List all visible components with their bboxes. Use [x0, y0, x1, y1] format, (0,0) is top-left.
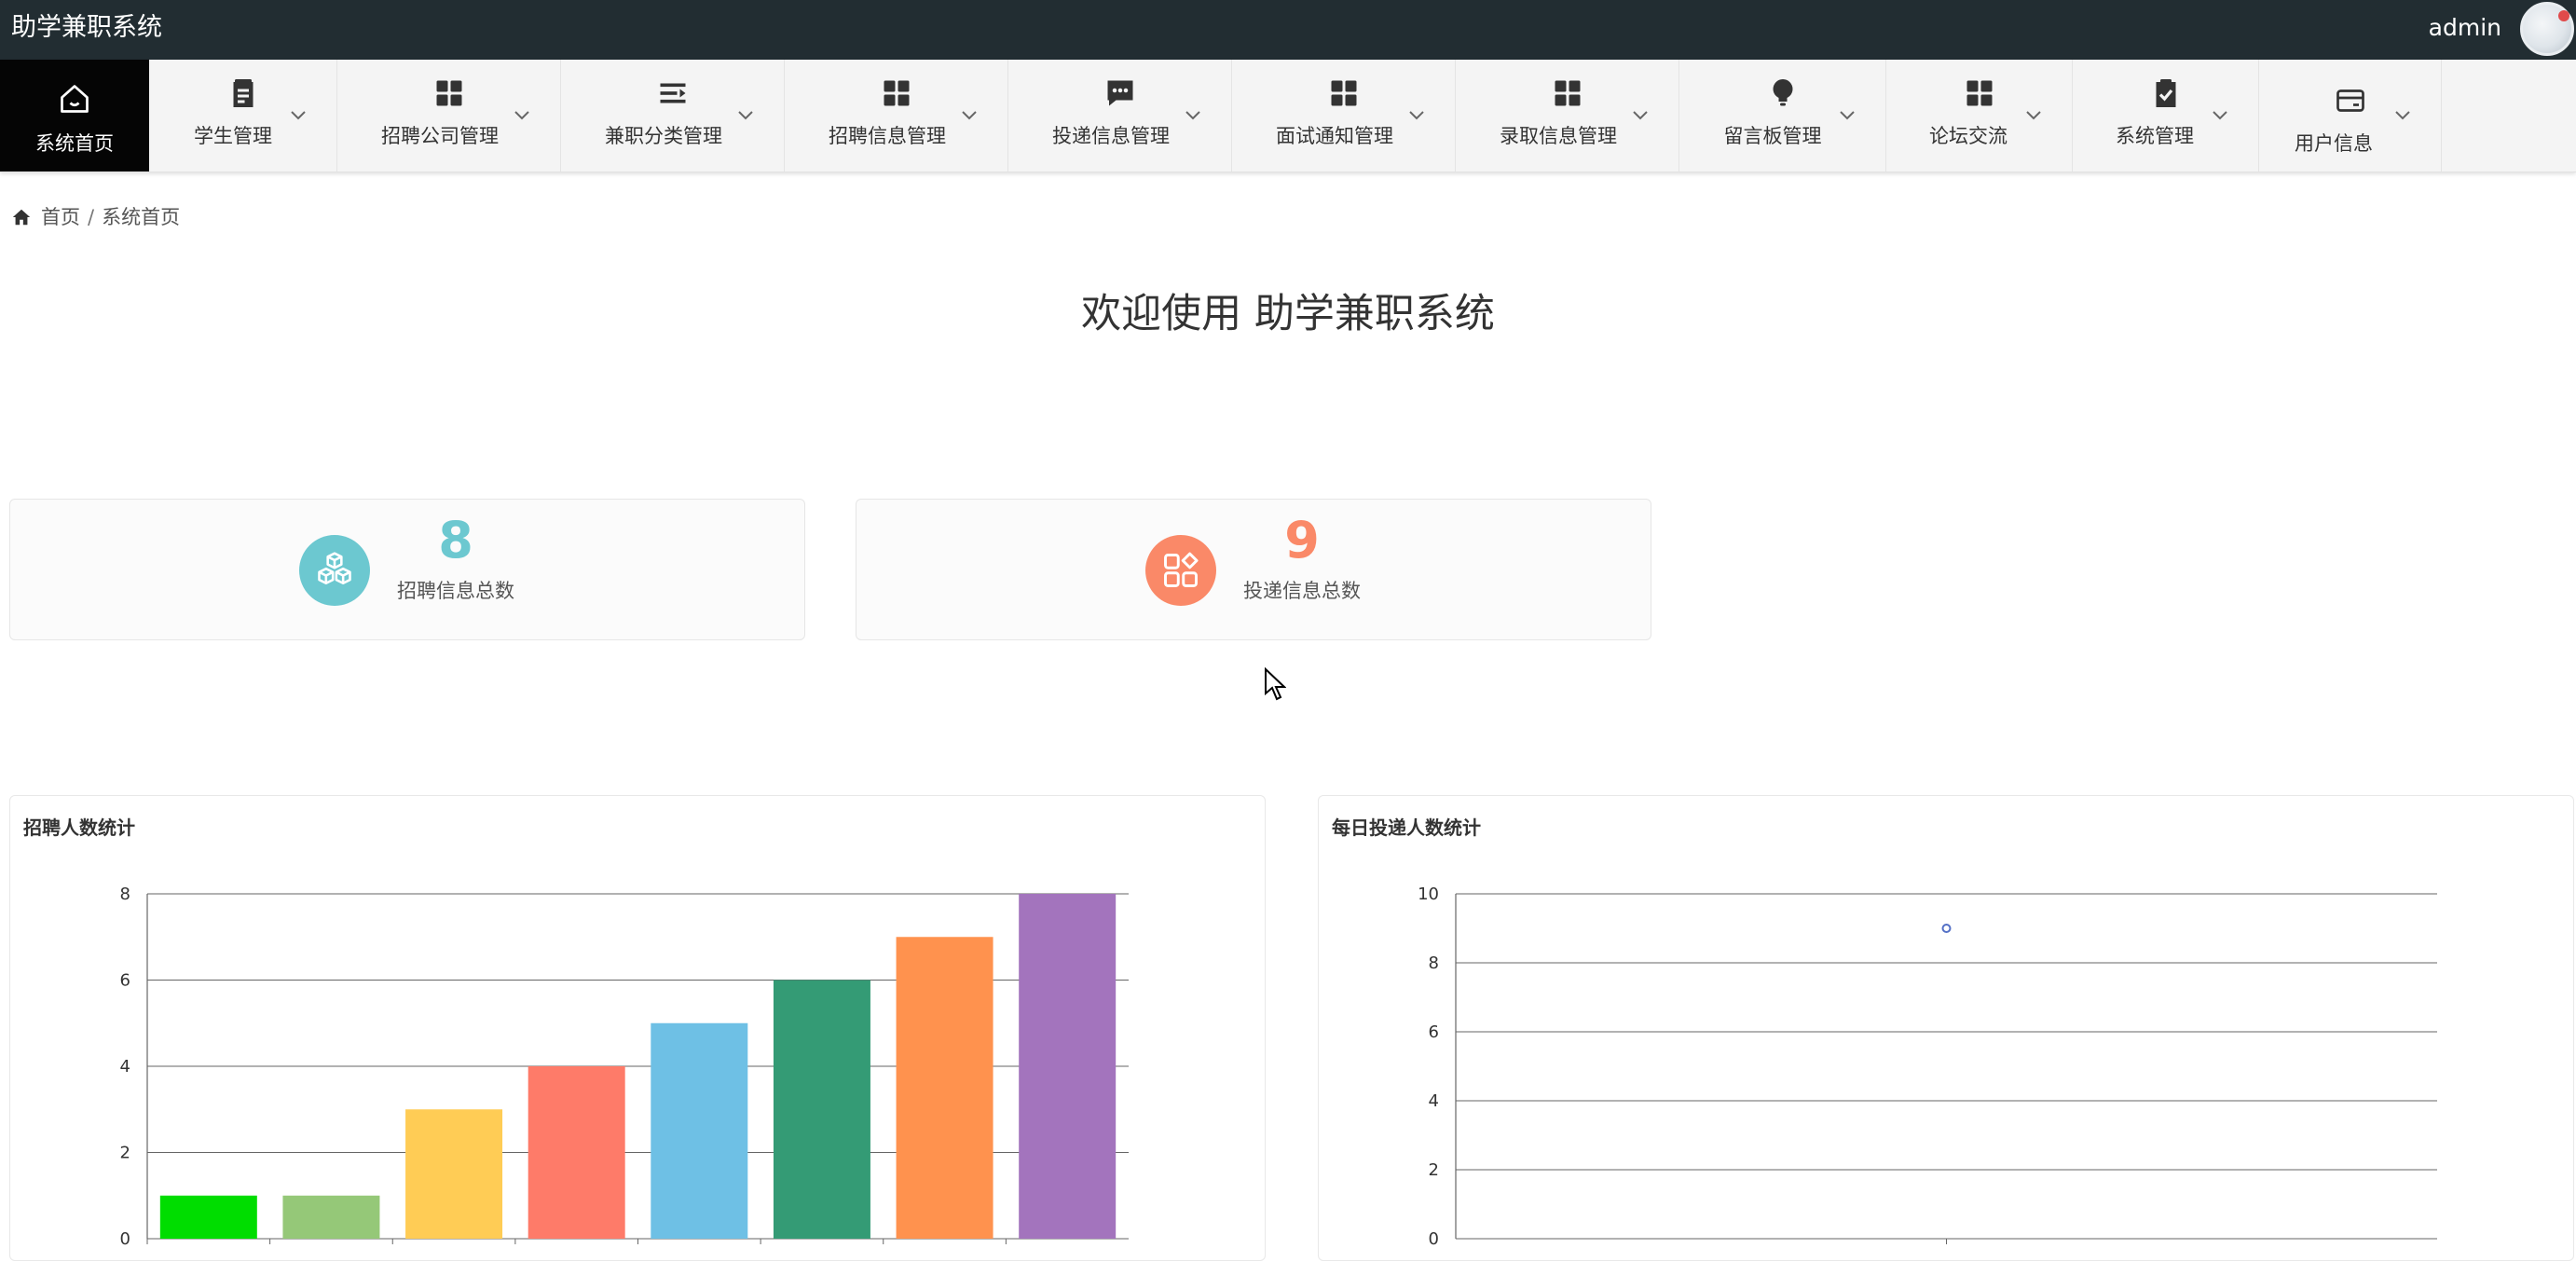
- grid-icon: [337, 76, 560, 114]
- chat-icon: [1008, 76, 1231, 114]
- nav-item-label: 面试通知管理: [1276, 125, 1393, 147]
- grid-icon: [1232, 76, 1455, 114]
- nav-item-home[interactable]: 系统首页: [0, 60, 149, 171]
- nav-item-label: 录取信息管理: [1500, 125, 1617, 147]
- recruit-chart-panel: 招聘人数统计 02468: [9, 795, 1266, 1261]
- user-name[interactable]: admin: [2429, 9, 2501, 47]
- chevron-down-icon: [962, 111, 977, 120]
- welcome-heading: 欢迎使用 助学兼职系统: [1081, 291, 1495, 337]
- nav-item-label: 招聘信息管理: [829, 125, 946, 147]
- nav-item-students[interactable]: 学生管理: [149, 60, 337, 171]
- card-icon: [2259, 84, 2441, 121]
- bar[interactable]: [896, 937, 993, 1239]
- app-title: 助学兼职系统: [11, 13, 162, 42]
- bar[interactable]: [528, 1066, 625, 1239]
- nav-item-label: 用户信息: [2295, 132, 2373, 155]
- breadcrumb-home-link[interactable]: 首页: [41, 203, 80, 231]
- top-bar: 助学兼职系统 admin: [0, 0, 2576, 60]
- chevron-down-icon: [514, 111, 529, 120]
- nav-item-label: 兼职分类管理: [605, 125, 722, 147]
- cubes-icon: [299, 535, 370, 606]
- breadcrumb: 首页 / 系统首页: [11, 203, 180, 231]
- daily-scatter-chart: 0 2 4 6 8 10: [1418, 885, 2437, 1249]
- nav-item-label: 论坛交流: [1929, 125, 2007, 147]
- nav-item-message-board[interactable]: 留言板管理: [1679, 60, 1886, 171]
- stat-value: 9: [1284, 511, 1320, 569]
- y-tick-label: 0: [1429, 1229, 1439, 1249]
- bar[interactable]: [405, 1109, 503, 1239]
- y-tick-label: 2: [1429, 1160, 1439, 1180]
- mouse-cursor-icon: [1265, 667, 1286, 701]
- nav-item-label: 学生管理: [194, 125, 272, 147]
- bar[interactable]: [773, 980, 870, 1240]
- breadcrumb-current: 系统首页: [102, 206, 181, 228]
- chevron-down-icon: [1840, 111, 1855, 120]
- y-tick-label: 8: [1429, 953, 1439, 973]
- bar[interactable]: [282, 1195, 380, 1239]
- stat-card-applications: 9 投递信息总数: [856, 499, 1651, 640]
- daily-chart-panel: 每日投递人数统计 0 2 4 6 8 10: [1318, 795, 2574, 1261]
- apps-icon: [1145, 535, 1216, 606]
- nav-item-label: 留言板管理: [1723, 125, 1822, 147]
- nav-item-admissions[interactable]: 录取信息管理: [1456, 60, 1679, 171]
- y-tick-label: 10: [1418, 885, 1439, 904]
- stat-label: 投递信息总数: [1243, 580, 1361, 602]
- grid-icon: [1456, 76, 1679, 114]
- y-tick-label: 0: [120, 1229, 130, 1249]
- nav-item-companies[interactable]: 招聘公司管理: [337, 60, 561, 171]
- nav-item-forum[interactable]: 论坛交流: [1886, 60, 2073, 171]
- breadcrumb-separator: /: [88, 206, 95, 228]
- chevron-down-icon: [291, 111, 306, 120]
- nav-item-categories[interactable]: 兼职分类管理: [561, 60, 785, 171]
- clipboard-check-icon: [2073, 76, 2258, 114]
- bar[interactable]: [159, 1195, 257, 1239]
- chevron-down-icon: [1409, 111, 1424, 120]
- nav-item-applications[interactable]: 投递信息管理: [1008, 60, 1232, 171]
- clipboard-icon: [149, 76, 336, 114]
- recruit-bar-chart: 0 2 4 6 8: [120, 885, 1129, 1249]
- bar[interactable]: [1019, 894, 1117, 1239]
- home-icon: [0, 82, 149, 119]
- y-tick-label: 8: [120, 885, 130, 904]
- chevron-down-icon: [1185, 111, 1200, 120]
- stat-label: 招聘信息总数: [397, 580, 514, 602]
- y-tick-label: 2: [120, 1144, 130, 1163]
- chevron-down-icon: [1633, 111, 1648, 120]
- chevron-down-icon: [738, 111, 753, 120]
- y-tick-label: 6: [120, 971, 130, 991]
- nav-item-label: 招聘公司管理: [381, 125, 499, 147]
- nav-item-interviews[interactable]: 面试通知管理: [1232, 60, 1456, 171]
- grid-icon: [1886, 76, 2072, 114]
- chevron-down-icon: [2026, 111, 2041, 120]
- y-tick-label: 4: [1429, 1091, 1439, 1111]
- nav-item-user-info[interactable]: 用户信息: [2259, 60, 2442, 171]
- nav-item-label: 系统管理: [2116, 125, 2194, 147]
- list-icon: [561, 76, 784, 114]
- main-nav: 系统首页 学生管理 招聘公司管理 兼职分类管理 招聘信息管理 投递信息管理 面试…: [0, 60, 2576, 172]
- stat-card-job-posts: 8 招聘信息总数: [9, 499, 805, 640]
- home-icon: [12, 209, 31, 226]
- bar[interactable]: [651, 1022, 748, 1239]
- nav-item-job-posts[interactable]: 招聘信息管理: [785, 60, 1008, 171]
- bulb-icon: [1679, 76, 1885, 114]
- nav-item-label: 投递信息管理: [1052, 125, 1170, 147]
- y-tick-label: 4: [120, 1057, 130, 1077]
- chevron-down-icon: [2213, 111, 2227, 120]
- data-point[interactable]: [1941, 924, 1952, 933]
- avatar[interactable]: [2520, 2, 2574, 56]
- nav-item-system[interactable]: 系统管理: [2073, 60, 2259, 171]
- grid-icon: [785, 76, 1007, 114]
- nav-item-label: 系统首页: [35, 132, 114, 155]
- chevron-down-icon: [2395, 111, 2410, 120]
- y-tick-label: 6: [1429, 1022, 1439, 1042]
- stat-value: 8: [438, 511, 473, 569]
